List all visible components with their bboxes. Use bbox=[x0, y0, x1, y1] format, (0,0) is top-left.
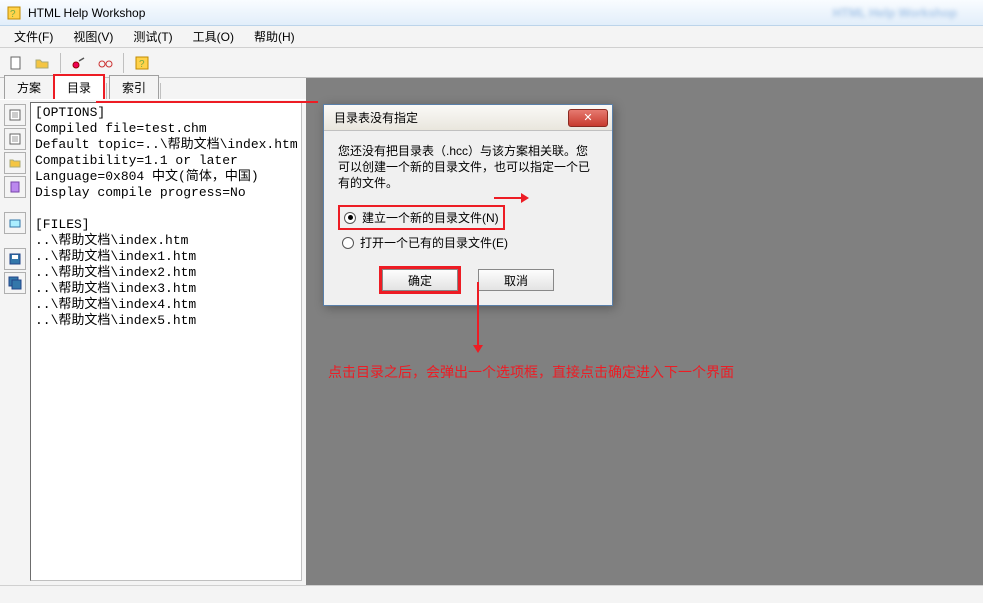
separator bbox=[123, 53, 124, 73]
tab-contents[interactable]: 目录 bbox=[53, 74, 105, 99]
dialog-contents-not-specified: 目录表没有指定 ✕ 您还没有把目录表（.hcc）与该方案相关联。您可以创建一个新… bbox=[323, 104, 613, 306]
dialog-title-bar: 目录表没有指定 ✕ bbox=[324, 105, 612, 131]
tabs: 方案 目录 索引 bbox=[0, 78, 306, 100]
menu-tools[interactable]: 工具(O) bbox=[185, 26, 242, 47]
menu-view[interactable]: 视图(V) bbox=[65, 26, 121, 47]
side-folder-button[interactable] bbox=[4, 152, 26, 174]
side-properties-button[interactable] bbox=[4, 104, 26, 126]
side-icons bbox=[0, 100, 30, 585]
side-book-button[interactable] bbox=[4, 176, 26, 198]
file-list[interactable]: [OPTIONS] Compiled file=test.chm Default… bbox=[30, 102, 302, 581]
side-save-button[interactable] bbox=[4, 248, 26, 270]
svg-text:?: ? bbox=[10, 9, 16, 20]
ok-button[interactable]: 确定 bbox=[382, 269, 458, 291]
radio-icon bbox=[344, 212, 356, 224]
menubar: 文件(F) 视图(V) 测试(T) 工具(O) 帮助(H) bbox=[0, 26, 983, 48]
cancel-button[interactable]: 取消 bbox=[478, 269, 554, 291]
tab-divider bbox=[106, 83, 107, 99]
menu-test[interactable]: 测试(T) bbox=[125, 26, 180, 47]
menu-file[interactable]: 文件(F) bbox=[6, 26, 61, 47]
new-button[interactable] bbox=[4, 51, 28, 75]
radio-new-label: 建立一个新的目录文件(N) bbox=[362, 209, 499, 226]
tab-plan[interactable]: 方案 bbox=[4, 75, 54, 99]
radio-open-label: 打开一个已有的目录文件(E) bbox=[360, 234, 508, 251]
radio-new-file[interactable]: 建立一个新的目录文件(N) bbox=[338, 205, 505, 230]
titlebar: ? HTML Help Workshop HTML Help Workshop bbox=[0, 0, 983, 26]
dialog-message: 您还没有把目录表（.hcc）与该方案相关联。您可以创建一个新的目录文件，也可以指… bbox=[338, 143, 598, 191]
dialog-title: 目录表没有指定 bbox=[334, 109, 418, 126]
statusbar bbox=[0, 585, 983, 603]
tab-divider bbox=[160, 83, 161, 99]
glasses-button[interactable] bbox=[93, 51, 117, 75]
annotation-arrow bbox=[96, 101, 318, 103]
titlebar-right-blur: HTML Help Workshop bbox=[833, 6, 977, 20]
close-icon[interactable]: ✕ bbox=[568, 109, 608, 127]
radio-icon bbox=[342, 237, 354, 249]
toolbar: ? bbox=[0, 48, 983, 78]
radio-open-file[interactable]: 打开一个已有的目录文件(E) bbox=[338, 232, 598, 253]
help-button[interactable]: ? bbox=[130, 51, 154, 75]
side-add-button[interactable] bbox=[4, 128, 26, 150]
separator bbox=[60, 53, 61, 73]
app-icon: ? bbox=[6, 5, 22, 21]
compile-button[interactable] bbox=[67, 51, 91, 75]
left-pane: 方案 目录 索引 [OPTIONS] Compiled file=test.ch… bbox=[0, 78, 308, 585]
svg-text:?: ? bbox=[139, 59, 145, 70]
open-button[interactable] bbox=[30, 51, 54, 75]
app-title: HTML Help Workshop bbox=[28, 6, 145, 20]
tab-index[interactable]: 索引 bbox=[109, 75, 159, 99]
side-saveall-button[interactable] bbox=[4, 272, 26, 294]
menu-help[interactable]: 帮助(H) bbox=[246, 26, 303, 47]
annotation-arrow bbox=[494, 197, 526, 199]
annotation-text: 点击目录之后，会弹出一个选项框，直接点击确定进入下一个界面 bbox=[328, 362, 734, 382]
side-view-button[interactable] bbox=[4, 212, 26, 234]
annotation-arrow bbox=[477, 282, 479, 350]
